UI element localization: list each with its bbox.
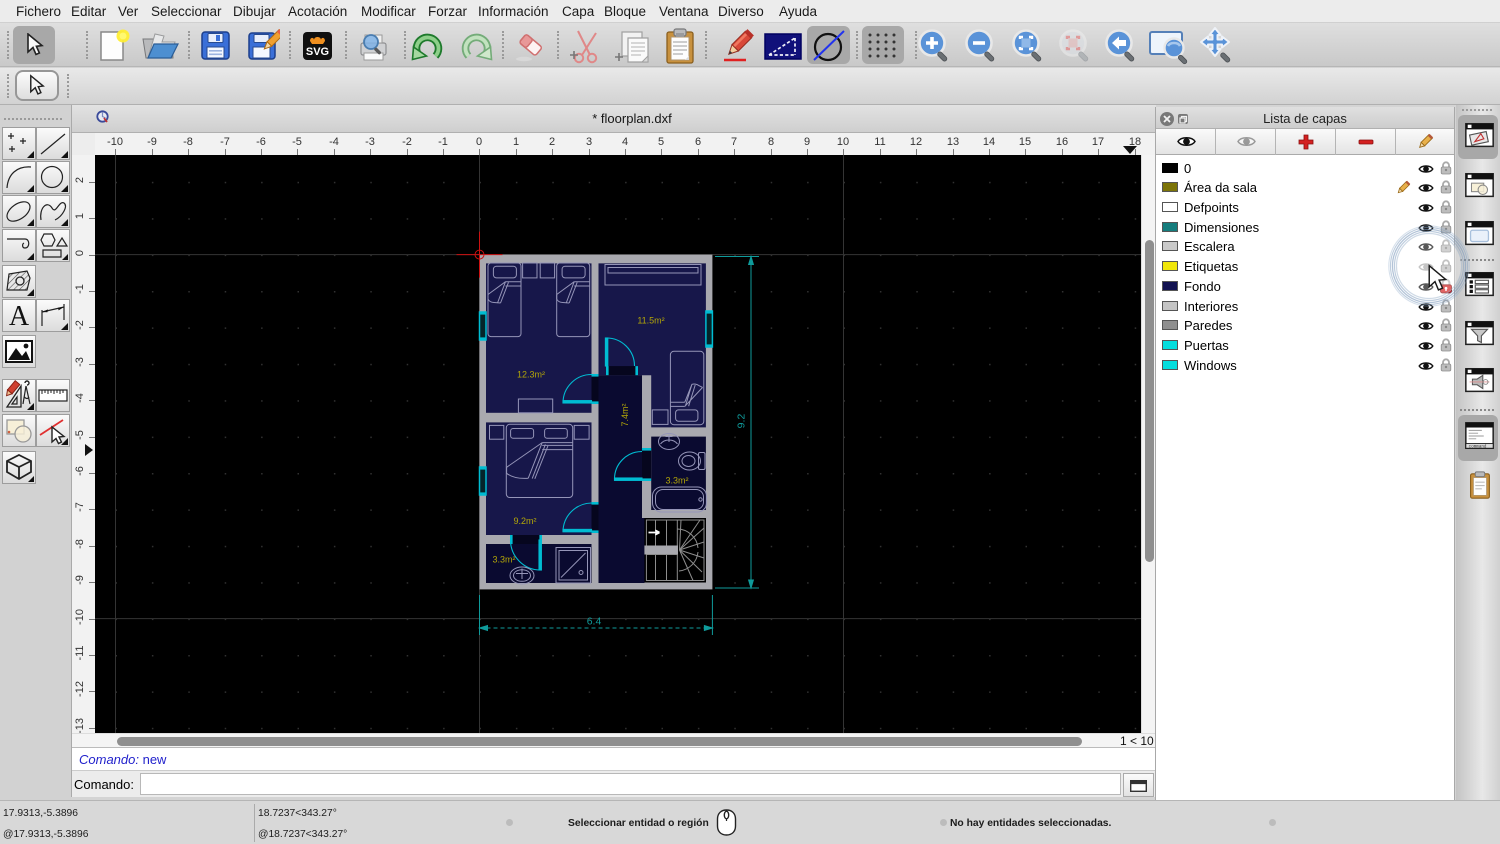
svg-text:3.3m²: 3.3m² bbox=[492, 555, 515, 565]
svg-text:12.3m²: 12.3m² bbox=[517, 370, 545, 380]
svg-text:SVG: SVG bbox=[306, 46, 329, 58]
svg-text:9.2m²: 9.2m² bbox=[513, 516, 536, 526]
svg-text:6.4: 6.4 bbox=[587, 616, 602, 628]
svg-text:3.3m²: 3.3m² bbox=[665, 476, 688, 486]
svg-text:7.4m²: 7.4m² bbox=[620, 403, 630, 426]
svg-text:A: A bbox=[9, 301, 30, 331]
svg-text:command: command bbox=[1469, 445, 1487, 450]
svg-text:11.5m²: 11.5m² bbox=[637, 316, 664, 326]
svg-text:9.2: 9.2 bbox=[736, 414, 748, 429]
